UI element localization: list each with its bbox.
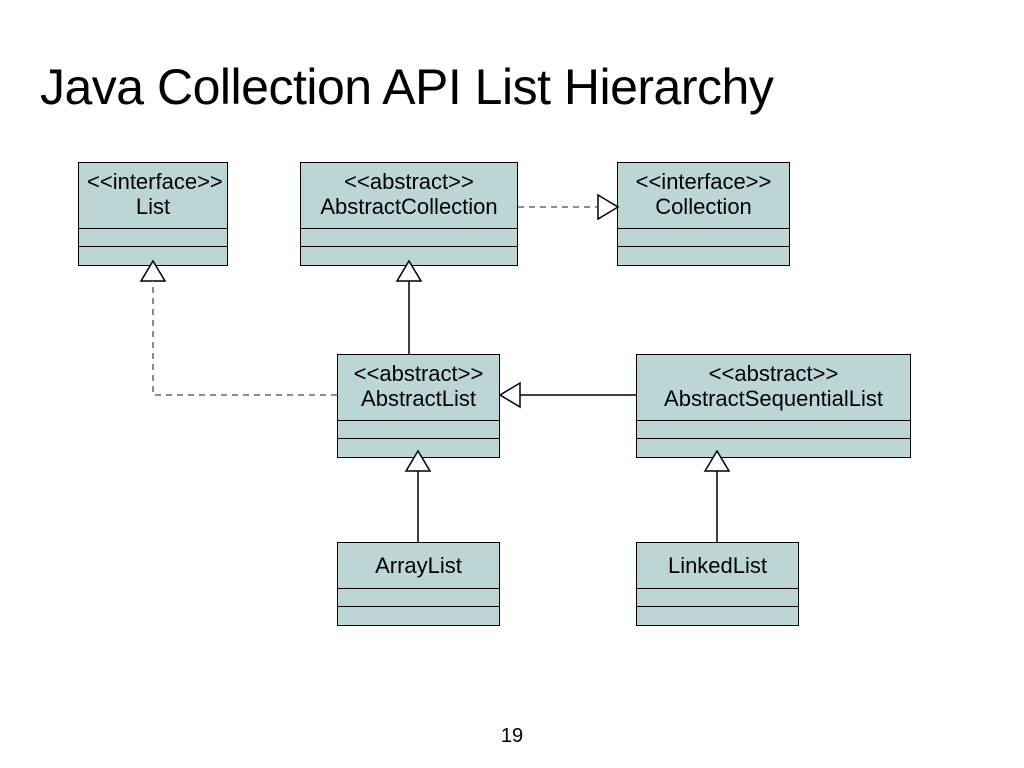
- uml-class-array-list: ArrayList: [337, 542, 500, 626]
- stereotype: <<interface>>: [87, 169, 223, 194]
- page-number: 19: [501, 725, 523, 748]
- class-name: AbstractList: [361, 386, 476, 411]
- diagram-canvas: <<interface>> List <<abstract>> Abstract…: [0, 0, 1024, 768]
- stereotype: <<interface>>: [636, 169, 772, 194]
- uml-class-abstract-collection: <<abstract>> AbstractCollection: [300, 162, 518, 266]
- uml-class-list: <<interface>> List: [78, 162, 228, 266]
- uml-class-abstract-sequential-list: <<abstract>> AbstractSequentialList: [636, 354, 911, 458]
- uml-class-collection: <<interface>> Collection: [617, 162, 790, 266]
- class-name: ArrayList: [375, 553, 462, 578]
- class-name: AbstractCollection: [320, 194, 497, 219]
- class-name: List: [136, 194, 170, 219]
- class-name: LinkedList: [668, 553, 767, 578]
- uml-class-linked-list: LinkedList: [636, 542, 799, 626]
- class-name: Collection: [655, 194, 752, 219]
- stereotype: <<abstract>>: [344, 169, 474, 194]
- stereotype: <<abstract>>: [354, 361, 484, 386]
- stereotype: <<abstract>>: [709, 361, 839, 386]
- class-name: AbstractSequentialList: [664, 386, 883, 411]
- uml-class-abstract-list: <<abstract>> AbstractList: [337, 354, 500, 458]
